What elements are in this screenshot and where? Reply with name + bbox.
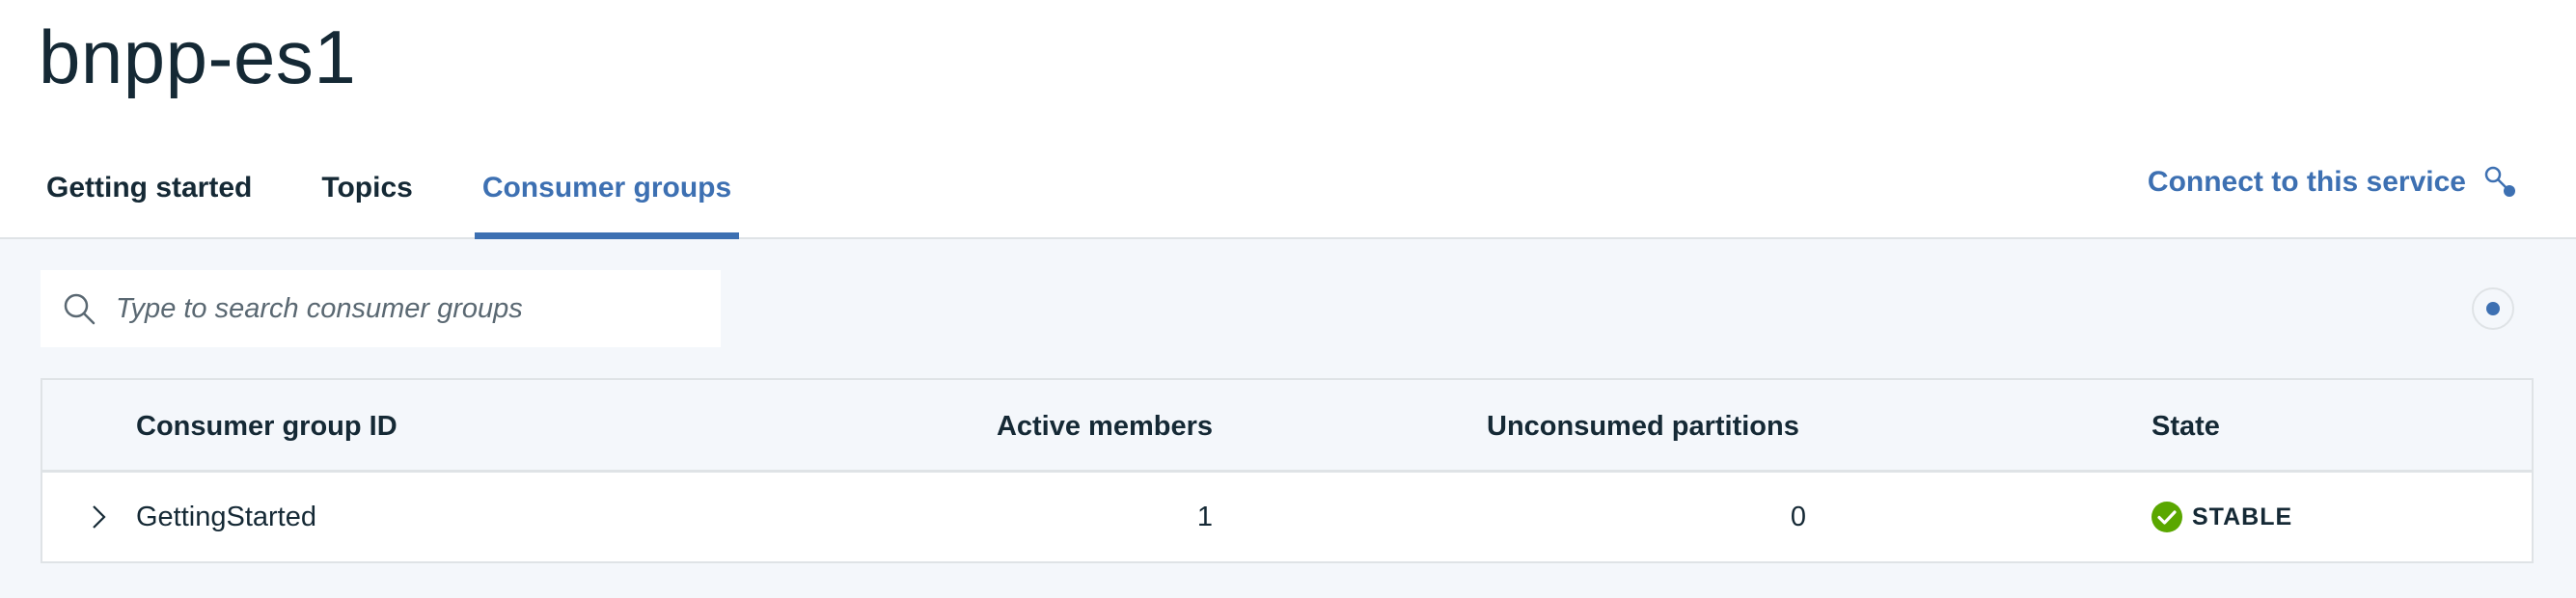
column-header-state[interactable]: State: [2151, 380, 2220, 473]
refresh-icon: [2486, 302, 2500, 315]
table-row[interactable]: GettingStarted 1 0 STABLE: [42, 473, 2532, 561]
connect-label: Connect to this service: [2147, 166, 2466, 198]
consumer-groups-panel: Consumer group ID Active members Unconsu…: [0, 239, 2576, 598]
consumer-groups-table: Consumer group ID Active members Unconsu…: [41, 378, 2534, 563]
status-badge: STABLE: [2192, 503, 2293, 530]
column-header-active-members[interactable]: Active members: [824, 380, 1213, 473]
cell-group-id: GettingStarted: [136, 502, 316, 532]
cell-unconsumed-partitions: 0: [1790, 502, 1806, 532]
search-input[interactable]: [116, 292, 695, 325]
page-title: bnpp-es1: [39, 14, 357, 99]
column-header-group-id[interactable]: Consumer group ID: [136, 380, 397, 473]
tab-getting-started[interactable]: Getting started: [39, 164, 260, 239]
search-box: [41, 270, 721, 347]
tab-bar: Getting started Topics Consumer groups: [39, 164, 793, 239]
refresh-button[interactable]: [2472, 287, 2514, 330]
chevron-right-icon[interactable]: [83, 502, 114, 532]
cell-state: STABLE: [2151, 473, 2292, 561]
key-icon: [2484, 166, 2515, 197]
checkmark-circle-icon: [2151, 502, 2182, 532]
search-icon: [64, 293, 96, 325]
tab-topics[interactable]: Topics: [314, 164, 420, 239]
connect-to-service-link[interactable]: Connect to this service: [2148, 166, 2516, 199]
column-header-unconsumed-partitions[interactable]: Unconsumed partitions: [1487, 380, 1799, 473]
tab-consumer-groups[interactable]: Consumer groups: [474, 164, 740, 239]
cell-active-members: 1: [1196, 502, 1213, 532]
page-header: bnpp-es1 Getting started Topics Consumer…: [0, 0, 2576, 239]
table-header: Consumer group ID Active members Unconsu…: [42, 380, 2532, 473]
